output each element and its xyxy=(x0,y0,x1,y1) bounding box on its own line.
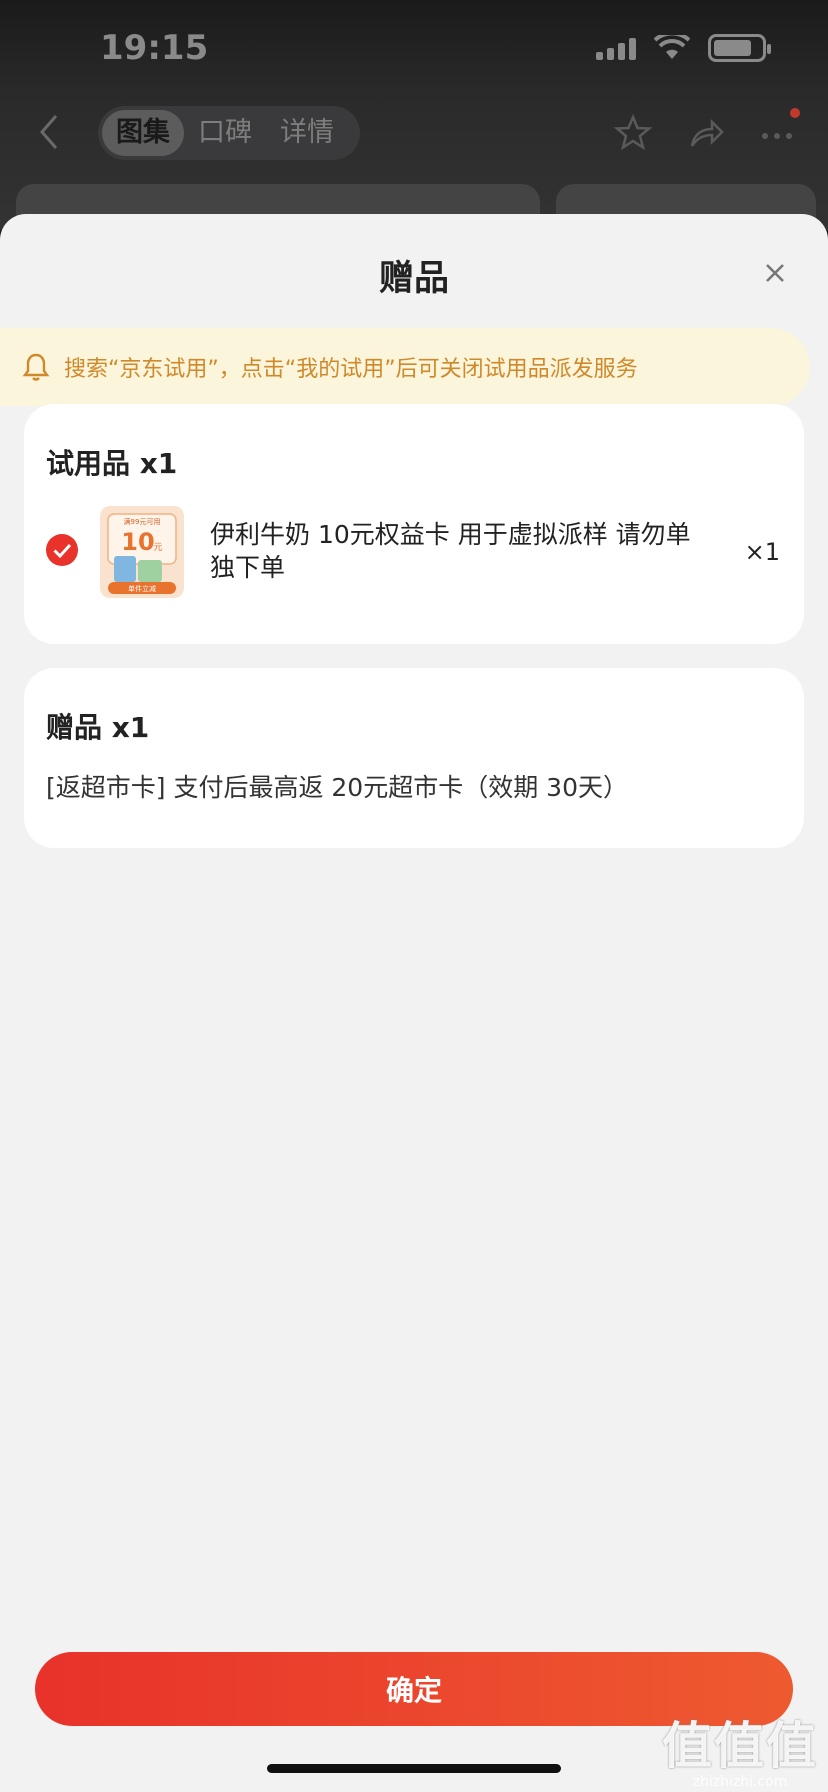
back-arrow-icon[interactable] xyxy=(34,112,64,152)
status-time: 19:15 xyxy=(100,28,209,68)
gift-description: [返超市卡] 支付后最高返 20元超市卡（效期 30天） xyxy=(46,773,628,802)
star-icon[interactable] xyxy=(612,112,654,154)
share-icon[interactable] xyxy=(684,112,726,154)
wifi-icon xyxy=(654,35,690,59)
notification-dot xyxy=(790,108,800,118)
gift-card: 赠品 x1 [返超市卡] 支付后最高返 20元超市卡（效期 30天） xyxy=(24,668,804,848)
tab-reviews[interactable]: 口碑 xyxy=(184,110,266,156)
status-icons xyxy=(596,34,771,62)
thumb-amount: 10 xyxy=(121,528,154,556)
watermark-logo: 值值值 xyxy=(662,1717,818,1775)
trial-card: 试用品 x1 满99元可用 10 元 单件立减 伊利牛奶 10元权益卡 用于虚拟… xyxy=(24,404,804,644)
trial-title: 试用品 x1 xyxy=(46,447,178,480)
home-indicator xyxy=(267,1764,561,1773)
watermark: 值值值 zhizhizhi.com xyxy=(662,1706,818,1790)
bell-icon xyxy=(22,353,50,381)
cellular-signal-icon xyxy=(596,36,636,60)
checked-icon[interactable] xyxy=(46,534,78,566)
trial-item-name: 伊利牛奶 10元权益卡 用于虚拟派样 请勿单独下单 xyxy=(210,520,691,582)
gift-title: 赠品 x1 xyxy=(46,711,150,744)
notice-banner: 搜索“京东试用”，点击“我的试用”后可关闭试用品派发服务 xyxy=(0,328,810,406)
close-icon[interactable] xyxy=(760,258,790,288)
nav-actions xyxy=(612,108,800,154)
sheet-title: 赠品 xyxy=(378,259,449,299)
product-thumbnail: 满99元可用 10 元 单件立减 xyxy=(100,506,184,598)
tab-gallery[interactable]: 图集 xyxy=(102,110,184,156)
notice-text: 搜索“京东试用”，点击“我的试用”后可关闭试用品派发服务 xyxy=(64,357,638,382)
tab-details[interactable]: 详情 xyxy=(266,110,348,156)
thumb-top-text: 满99元可用 xyxy=(124,517,161,526)
thumb-unit: 元 xyxy=(153,543,162,553)
gift-sheet: 赠品 搜索“京东试用”，点击“我的试用”后可关闭试用品派发服务 试用品 x1 满… xyxy=(0,214,828,1792)
thumb-bottom-text: 单件立减 xyxy=(128,584,156,593)
view-tabs: 图集 口碑 详情 xyxy=(98,106,360,160)
battery-icon xyxy=(708,34,771,62)
more-icon[interactable] xyxy=(756,108,800,154)
background-page: 19:15 图集 口碑 详情 xyxy=(0,0,828,244)
trial-item-quantity: ×1 xyxy=(744,538,780,566)
